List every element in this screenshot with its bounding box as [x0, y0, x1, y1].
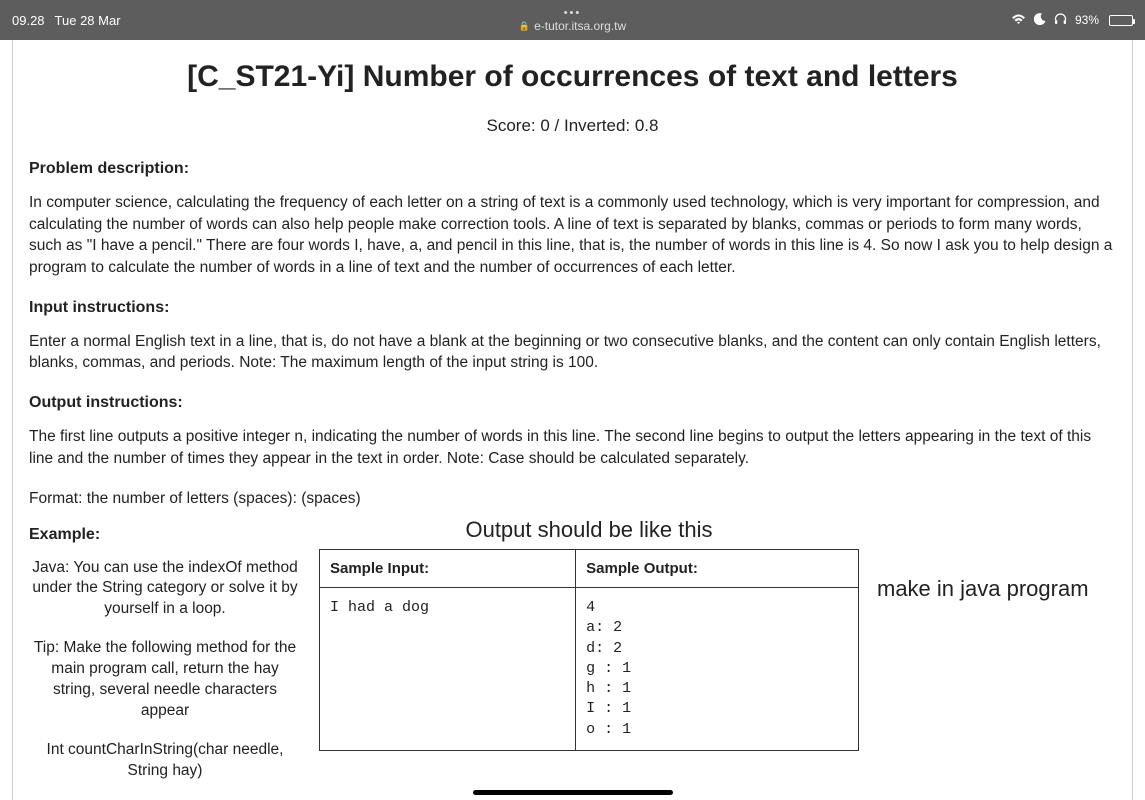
page-title: [C_ST21-Yi] Number of occurrences of tex… [29, 60, 1116, 94]
annotation-make-java: make in java program [859, 576, 1116, 602]
out-line: a: 2 [586, 618, 848, 638]
score-line: Score: 0 / Inverted: 0.8 [29, 116, 1116, 136]
method-signature: Int countCharInString(char needle, Strin… [29, 740, 301, 782]
th-sample-input: Sample Input: [320, 550, 576, 588]
browser-url[interactable]: 🔒 e-tutor.itsa.org.tw [519, 19, 626, 33]
out-line: 4 [586, 598, 848, 618]
status-right: 93% [1011, 13, 1133, 28]
out-line: h : 1 [586, 679, 848, 699]
th-sample-output: Sample Output: [576, 550, 859, 588]
status-center: ••• 🔒 e-tutor.itsa.org.tw [519, 7, 626, 33]
input-instructions: Enter a normal English text in a line, t… [29, 331, 1116, 374]
java-hint: Java: You can use the indexOf method und… [29, 558, 301, 621]
out-line: I : 1 [586, 699, 848, 719]
status-date: Tue 28 Mar [55, 13, 121, 28]
headphone-icon [1054, 13, 1067, 28]
lock-icon: 🔒 [519, 21, 530, 32]
status-left: 09.28 Tue 28 Mar [12, 13, 121, 28]
sample-input-cell: I had a dog [320, 588, 576, 751]
heading-output: Output instructions: [29, 394, 1116, 412]
table-row: I had a dog 4 a: 2 d: 2 g : 1 h : 1 I : … [320, 588, 859, 751]
tab-dots-icon: ••• [519, 7, 626, 19]
center-column: Output should be like this Sample Input:… [319, 558, 859, 751]
sample-output-cell: 4 a: 2 d: 2 g : 1 h : 1 I : 1 o : 1 [576, 588, 859, 751]
heading-input: Input instructions: [29, 299, 1116, 317]
left-tips: Java: You can use the indexOf method und… [29, 558, 319, 800]
battery-icon [1109, 15, 1133, 26]
out-line: d: 2 [586, 639, 848, 659]
wifi-icon [1011, 13, 1026, 28]
moon-icon [1034, 13, 1046, 28]
sample-table: Sample Input: Sample Output: I had a dog… [319, 549, 859, 751]
status-time: 09.28 [12, 13, 45, 28]
table-header-row: Sample Input: Sample Output: [320, 550, 859, 588]
page-frame: [C_ST21-Yi] Number of occurrences of tex… [12, 40, 1133, 800]
out-line: g : 1 [586, 659, 848, 679]
out-line: o : 1 [586, 720, 848, 740]
url-text: e-tutor.itsa.org.tw [534, 19, 626, 33]
format-line: Format: the number of letters (spaces): … [29, 490, 1116, 508]
annotation-output-like: Output should be like this [319, 516, 859, 544]
bottom-layout: Java: You can use the indexOf method und… [29, 558, 1116, 800]
tip-text: Tip: Make the following method for the m… [29, 638, 301, 722]
heading-problem: Problem description: [29, 160, 1116, 178]
problem-description: In computer science, calculating the fre… [29, 192, 1116, 279]
home-indicator[interactable] [473, 790, 673, 795]
content-area: [C_ST21-Yi] Number of occurrences of tex… [21, 60, 1124, 800]
battery-percent: 93% [1075, 13, 1099, 27]
output-instructions: The first line outputs a positive intege… [29, 426, 1116, 469]
ipad-status-bar: 09.28 Tue 28 Mar ••• 🔒 e-tutor.itsa.org.… [0, 0, 1145, 40]
